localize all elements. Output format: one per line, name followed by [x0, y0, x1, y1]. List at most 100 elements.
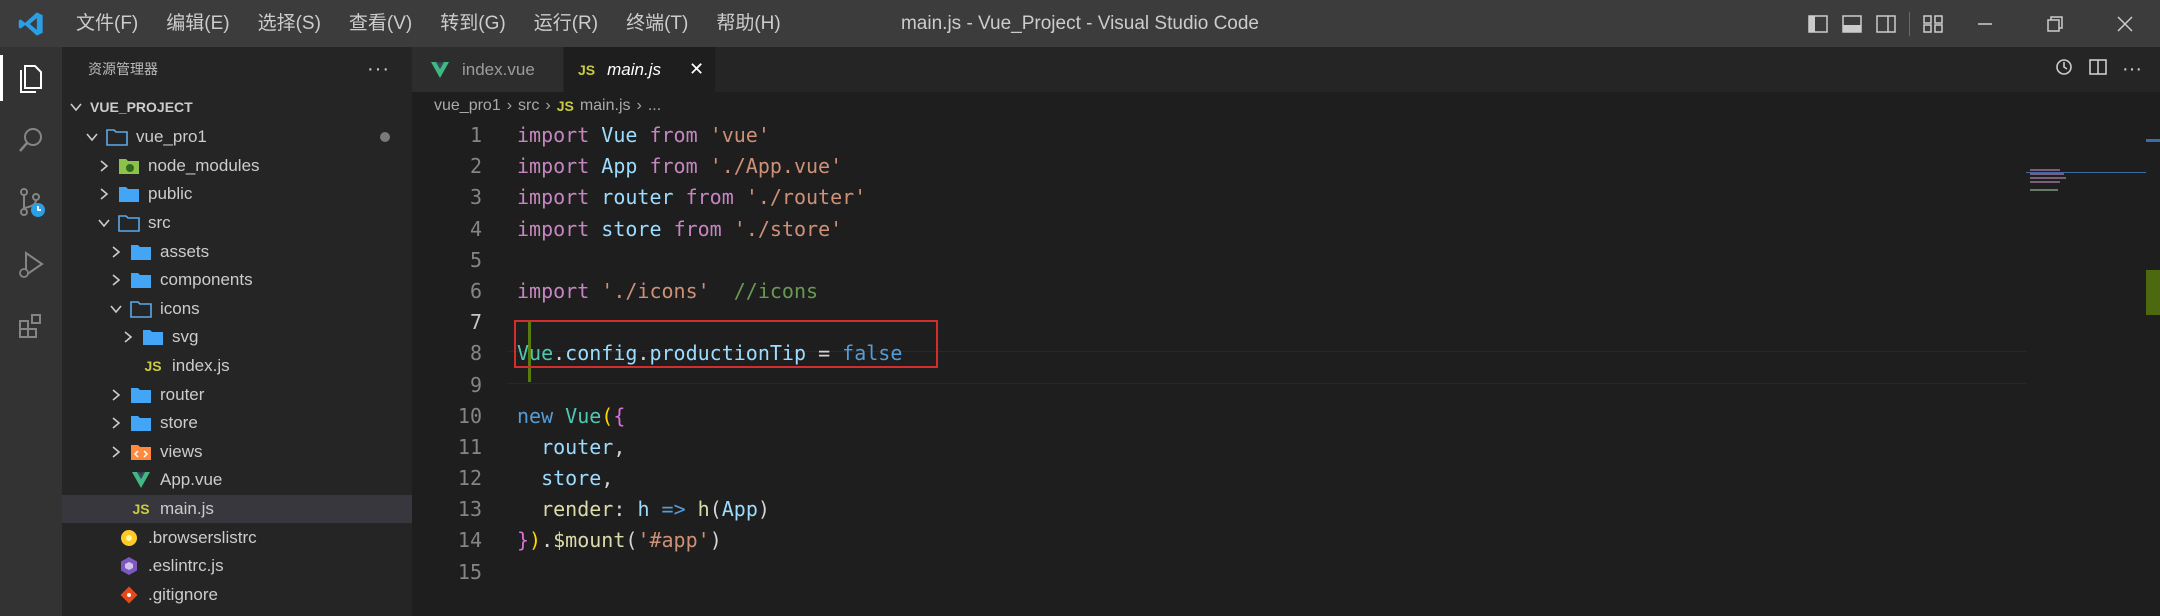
tree-item-main-js[interactable]: JS main.js [62, 494, 412, 524]
minimap[interactable] [2026, 167, 2146, 207]
menu-help[interactable]: 帮助(H) [702, 0, 794, 47]
tree-label: App.vue [160, 470, 223, 490]
line-number: 3 [469, 185, 482, 210]
code-line: 12 store, [412, 463, 2160, 494]
tree-label: .gitignore [148, 584, 218, 604]
code-line: 13 render: h => h(App) [412, 494, 2160, 525]
tab-index-vue[interactable]: index.vue [412, 47, 564, 92]
chevron-right-icon: › [506, 97, 513, 114]
chevron-right-icon [96, 186, 112, 202]
search-icon[interactable] [0, 109, 62, 171]
toggle-secondary-sidebar-icon[interactable] [1869, 0, 1903, 47]
line-number: 14 [457, 528, 482, 553]
breadcrumb-item[interactable]: vue_pro1 [434, 97, 501, 115]
title-controls [1801, 0, 2160, 47]
menu-run[interactable]: 运行(R) [520, 0, 612, 47]
line-number: 7 [469, 310, 482, 335]
code-text: router, [541, 434, 626, 459]
toggle-primary-sidebar-icon[interactable] [1801, 0, 1835, 47]
breadcrumb-item[interactable]: src [518, 97, 539, 115]
close-tab-icon[interactable]: ✕ [689, 59, 704, 80]
tab-main-js[interactable]: JS main.js ✕ [564, 47, 716, 92]
tree-label: store [160, 413, 198, 433]
source-control-icon[interactable] [0, 171, 62, 233]
code-line: 6 import './icons' //icons [412, 276, 2160, 307]
folder-icon [130, 386, 152, 404]
scrollbar-change-marker[interactable] [2146, 270, 2160, 315]
tree-label: .eslintrc.js [148, 556, 224, 576]
vue-file-icon [130, 471, 152, 489]
extensions-icon[interactable] [0, 295, 62, 357]
customize-layout-icon[interactable] [1916, 0, 1950, 47]
menu-file[interactable]: 文件(F) [62, 0, 152, 47]
line-number: 10 [457, 403, 482, 428]
line-number: 9 [469, 372, 482, 397]
chevron-down-icon [68, 99, 84, 115]
explorer-icon[interactable] [0, 47, 62, 109]
chevron-down-icon [84, 129, 100, 145]
tree-label: node_modules [148, 155, 260, 175]
tree-label: index.js [172, 356, 230, 376]
code-text: new Vue({ [517, 403, 626, 428]
javascript-file-icon: JS [132, 501, 150, 518]
line-number: 2 [469, 154, 482, 179]
tree-item-eslintrc[interactable]: .eslintrc.js [62, 552, 412, 581]
more-actions-icon[interactable]: ··· [367, 58, 390, 81]
tree-item-router[interactable]: router [62, 380, 412, 409]
tree-item-icons[interactable]: icons [62, 295, 412, 324]
tree-item-src[interactable]: src [62, 209, 412, 238]
restore-icon[interactable] [2020, 0, 2090, 47]
folder-icon [130, 243, 152, 261]
editor-tabs: index.vue JS main.js ✕ ··· [412, 47, 2160, 92]
run-debug-icon[interactable] [0, 233, 62, 295]
menu-go[interactable]: 转到(G) [426, 0, 519, 47]
tab-label: index.vue [462, 59, 535, 79]
tree-item-app-vue[interactable]: App.vue [62, 466, 412, 495]
tree-item-public[interactable]: public [62, 180, 412, 209]
breadcrumb-item[interactable]: main.js [580, 97, 631, 115]
tree-label: svg [172, 327, 199, 347]
project-root[interactable]: VUE_PROJECT [62, 91, 412, 123]
separator [1909, 11, 1910, 36]
code-line: 4 import store from './store' [412, 214, 2160, 245]
tree-item-views[interactable]: views [62, 438, 412, 467]
chevron-right-icon [108, 444, 124, 460]
menu-selection[interactable]: 选择(S) [244, 0, 335, 47]
close-window-icon[interactable] [2090, 0, 2160, 47]
tree-item-browserslistrc[interactable]: .browserslistrc [62, 523, 412, 552]
toggle-panel-icon[interactable] [1835, 0, 1869, 47]
tree-item-node-modules[interactable]: node_modules [62, 152, 412, 181]
minimize-icon[interactable] [1950, 0, 2020, 47]
more-actions-icon[interactable]: ··· [2122, 58, 2142, 81]
tree-item-components[interactable]: components [62, 266, 412, 295]
menu-bar: 文件(F) 编辑(E) 选择(S) 查看(V) 转到(G) 运行(R) 终端(T… [62, 0, 795, 47]
tree-item-store[interactable]: store [62, 409, 412, 438]
tree-item-svg[interactable]: svg [62, 323, 412, 352]
explorer-title: 资源管理器 [88, 61, 158, 77]
editor-actions: ··· [2054, 47, 2142, 92]
chevron-right-icon [108, 272, 124, 288]
code-line: 14}).$mount('#app') [412, 525, 2160, 556]
code-text: render: h => h(App) [541, 497, 770, 522]
line-number: 11 [457, 434, 482, 459]
tree-item-gitignore[interactable]: .gitignore [62, 581, 412, 610]
tree-label: icons [160, 298, 200, 318]
code-line: 3 import router from './router' [412, 182, 2160, 213]
breadcrumb-item[interactable]: ... [648, 97, 661, 115]
tree-item-assets[interactable]: assets [62, 237, 412, 266]
split-editor-icon[interactable] [2088, 57, 2108, 82]
tree-label: vue_pro1 [136, 127, 207, 147]
javascript-file-icon: JS [144, 358, 162, 375]
chevron-right-icon [108, 415, 124, 431]
tree-item-index-js[interactable]: JS index.js [62, 352, 412, 381]
folder-open-icon [118, 214, 140, 232]
code-text: import router from './router' [517, 185, 867, 210]
menu-view[interactable]: 查看(V) [335, 0, 426, 47]
menu-edit[interactable]: 编辑(E) [152, 0, 243, 47]
editor-area: index.vue JS main.js ✕ ··· vue_pro1 › sr… [412, 47, 2160, 616]
menu-terminal[interactable]: 终端(T) [612, 0, 702, 47]
explorer-header: 资源管理器 ··· [62, 47, 412, 91]
open-changes-icon[interactable] [2054, 57, 2074, 82]
chevron-right-icon: › [636, 97, 642, 114]
tree-item-vue-pro1[interactable]: vue_pro1 [62, 123, 412, 152]
